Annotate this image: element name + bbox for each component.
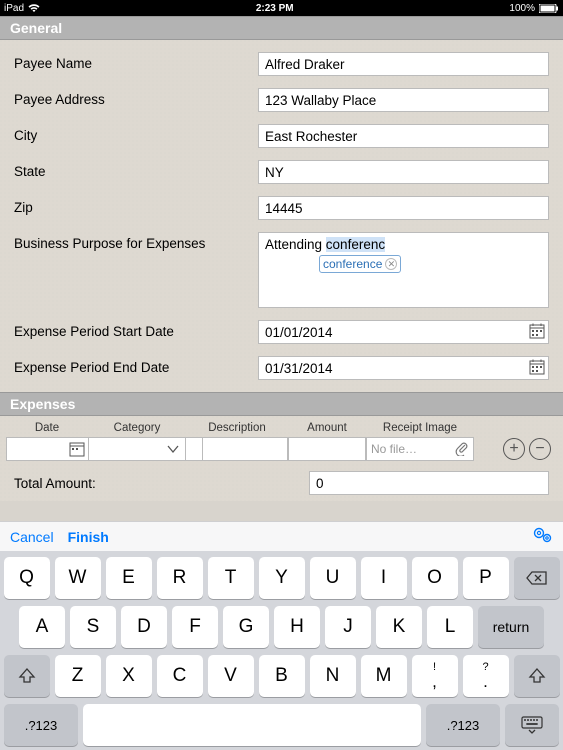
key-n[interactable]: N <box>310 655 356 697</box>
autocorrect-suggestion: conference <box>323 257 382 271</box>
battery-icon <box>539 4 559 13</box>
remove-row-button[interactable]: − <box>529 438 551 460</box>
general-form: Payee Name Payee Address City State Zip … <box>0 40 563 392</box>
total-amount <box>309 471 549 495</box>
label-city: City <box>14 124 258 143</box>
shift-icon <box>18 667 36 685</box>
gear-icon <box>533 527 553 543</box>
key-o[interactable]: O <box>412 557 458 599</box>
label-state: State <box>14 160 258 179</box>
finish-button[interactable]: Finish <box>68 529 109 545</box>
input-payee-address[interactable] <box>258 88 549 112</box>
calendar-icon[interactable] <box>69 441 85 457</box>
settings-button[interactable] <box>533 527 553 546</box>
key-u[interactable]: U <box>310 557 356 599</box>
selected-text: conferenc <box>326 237 385 252</box>
section-header-general: General <box>0 16 563 40</box>
label-start-date: Expense Period Start Date <box>14 320 258 339</box>
input-purpose[interactable]: Attending conferenc conference ✕ <box>258 232 549 308</box>
key-mode-left[interactable]: .?123 <box>4 704 78 746</box>
key-r[interactable]: R <box>157 557 203 599</box>
device-label: iPad <box>4 3 24 14</box>
autocorrect-bubble[interactable]: conference ✕ <box>319 255 401 273</box>
key-hide-keyboard[interactable] <box>505 704 559 746</box>
total-label: Total Amount: <box>14 476 309 491</box>
status-bar: iPad 2:23 PM 100% <box>0 0 563 16</box>
col-header-description: Description <box>186 422 288 434</box>
expense-row: No file… + − <box>0 436 563 465</box>
input-city[interactable] <box>258 124 549 148</box>
key-l[interactable]: L <box>427 606 473 648</box>
key-return[interactable]: return <box>478 606 544 648</box>
key-i[interactable]: I <box>361 557 407 599</box>
label-payee-address: Payee Address <box>14 88 258 107</box>
calendar-icon[interactable] <box>529 323 545 339</box>
key-v[interactable]: V <box>208 655 254 697</box>
keyboard-row-4: .?123 .?123 <box>4 704 559 746</box>
keyboard-row-1: Q W E R T Y U I O P <box>4 557 559 599</box>
cancel-button[interactable]: Cancel <box>10 529 54 545</box>
key-m[interactable]: M <box>361 655 407 697</box>
key-y[interactable]: Y <box>259 557 305 599</box>
backspace-icon <box>526 570 548 586</box>
label-purpose: Business Purpose for Expenses <box>14 232 258 251</box>
key-b[interactable]: B <box>259 655 305 697</box>
key-j[interactable]: J <box>325 606 371 648</box>
shift-icon <box>528 667 546 685</box>
calendar-icon[interactable] <box>529 359 545 375</box>
status-time: 2:23 PM <box>40 3 509 14</box>
chevron-down-icon <box>166 442 180 456</box>
label-end-date: Expense Period End Date <box>14 356 258 375</box>
add-row-button[interactable]: + <box>503 438 525 460</box>
key-k[interactable]: K <box>376 606 422 648</box>
input-end-date[interactable] <box>258 356 549 380</box>
key-shift-left[interactable] <box>4 655 50 697</box>
wifi-icon <box>28 4 40 13</box>
col-header-receipt: Receipt Image <box>366 422 474 434</box>
col-header-date: Date <box>6 422 88 434</box>
paperclip-icon <box>455 442 469 456</box>
key-c[interactable]: C <box>157 655 203 697</box>
col-header-category: Category <box>88 422 186 434</box>
input-state[interactable] <box>258 160 549 184</box>
key-s[interactable]: S <box>70 606 116 648</box>
key-comma[interactable]: !, <box>412 655 458 697</box>
label-zip: Zip <box>14 196 258 215</box>
key-period[interactable]: ?. <box>463 655 509 697</box>
close-icon[interactable]: ✕ <box>385 258 397 270</box>
file-placeholder: No file… <box>371 442 417 456</box>
label-payee-name: Payee Name <box>14 52 258 71</box>
key-mode-right[interactable]: .?123 <box>426 704 500 746</box>
keyboard-toolbar: Cancel Finish <box>0 521 563 551</box>
key-space[interactable] <box>83 704 421 746</box>
key-q[interactable]: Q <box>4 557 50 599</box>
input-start-date[interactable] <box>258 320 549 344</box>
key-g[interactable]: G <box>223 606 269 648</box>
expense-receipt-picker[interactable]: No file… <box>366 437 474 461</box>
key-f[interactable]: F <box>172 606 218 648</box>
expenses-columns: Date Category Description Amount Receipt… <box>0 418 563 436</box>
key-d[interactable]: D <box>121 606 167 648</box>
keyboard-row-3: Z X C V B N M !, ?. <box>4 655 559 697</box>
on-screen-keyboard: Q W E R T Y U I O P A S D F G H J K L re… <box>0 551 563 750</box>
key-x[interactable]: X <box>106 655 152 697</box>
col-header-amount: Amount <box>288 422 366 434</box>
key-e[interactable]: E <box>106 557 152 599</box>
expenses-form: Date Category Description Amount Receipt… <box>0 416 563 501</box>
section-header-expenses: Expenses <box>0 392 563 416</box>
key-p[interactable]: P <box>463 557 509 599</box>
input-payee-name[interactable] <box>258 52 549 76</box>
key-backspace[interactable] <box>514 557 560 599</box>
key-shift-right[interactable] <box>514 655 560 697</box>
hide-keyboard-icon <box>520 716 544 734</box>
battery-pct: 100% <box>509 3 535 14</box>
key-z[interactable]: Z <box>55 655 101 697</box>
expense-amount-input[interactable] <box>288 437 366 461</box>
key-t[interactable]: T <box>208 557 254 599</box>
key-a[interactable]: A <box>19 606 65 648</box>
key-w[interactable]: W <box>55 557 101 599</box>
input-zip[interactable] <box>258 196 549 220</box>
key-h[interactable]: H <box>274 606 320 648</box>
keyboard-row-2: A S D F G H J K L return <box>4 606 559 648</box>
